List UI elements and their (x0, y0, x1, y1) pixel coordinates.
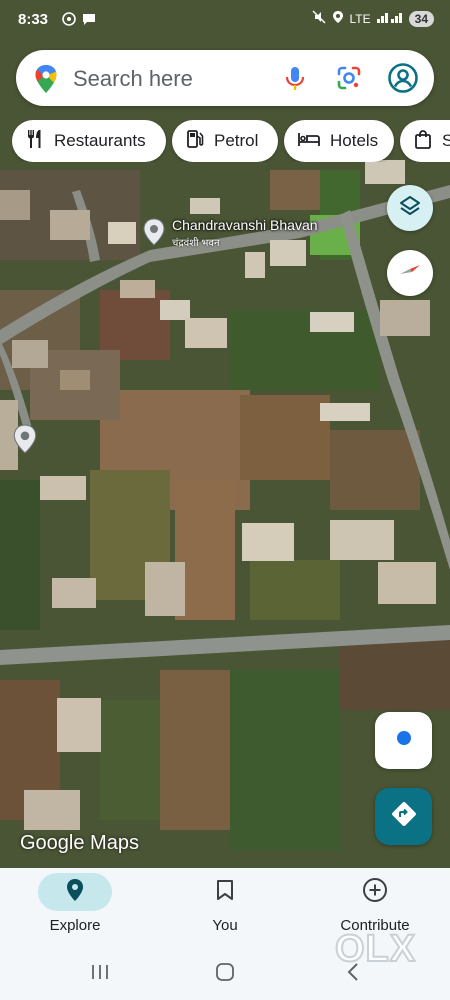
nav-label: You (212, 917, 238, 934)
home-icon[interactable] (215, 962, 235, 987)
chip-restaurants[interactable]: Restaurants (12, 120, 166, 162)
app-notification-icon (62, 12, 76, 30)
account-icon[interactable] (387, 62, 419, 94)
place-label-local: चंद्रवंशी भवन (172, 238, 220, 249)
location-status-icon (332, 10, 344, 27)
google-lens-icon[interactable] (333, 62, 365, 94)
explore-pin-icon (65, 878, 85, 907)
olx-watermark: OLX (334, 927, 417, 971)
chip-label: Petrol (214, 131, 259, 150)
chip-label: Restaurants (54, 131, 146, 150)
location-dot-icon (395, 729, 413, 752)
shopping-icon (414, 129, 432, 154)
status-bar: 8:33 LTE 34 (0, 0, 450, 40)
google-maps-watermark: Google Maps (20, 832, 139, 854)
hotel-icon (298, 131, 320, 152)
layers-button[interactable] (387, 185, 433, 231)
google-maps-logo-icon (34, 64, 58, 99)
nav-you[interactable]: You (150, 868, 300, 948)
chip-petrol[interactable]: Petrol (172, 120, 278, 162)
nav-label: Explore (49, 917, 101, 934)
compass-icon (397, 258, 423, 289)
directions-button[interactable] (375, 788, 432, 845)
search-bar[interactable]: Search here (16, 50, 434, 106)
chip-shopping[interactable]: S (400, 120, 450, 162)
battery-level: 34 (408, 10, 434, 27)
recents-icon[interactable] (90, 962, 110, 987)
restaurant-icon (26, 129, 44, 154)
layers-icon (398, 194, 422, 223)
my-location-button[interactable] (375, 712, 432, 769)
place-label[interactable]: Chandravanshi Bhavan (172, 218, 318, 232)
petrol-icon (186, 129, 204, 154)
compass-button[interactable] (387, 250, 433, 296)
status-time: 8:33 (18, 11, 49, 28)
chip-label: Hotels (330, 131, 379, 150)
search-input[interactable]: Search here (73, 66, 193, 92)
bookmark-icon (216, 879, 234, 906)
mute-icon (311, 10, 326, 27)
category-chips: Restaurants Petrol Hotels S (12, 120, 450, 162)
network-type: LTE (349, 11, 371, 26)
chip-hotels[interactable]: Hotels (284, 120, 394, 162)
chip-label: S (442, 131, 450, 150)
nav-explore[interactable]: Explore (0, 868, 150, 948)
add-circle-icon (362, 877, 388, 908)
message-icon (82, 12, 96, 30)
directions-icon (390, 800, 418, 833)
mic-icon[interactable] (279, 62, 311, 94)
signal-icon (376, 11, 403, 26)
